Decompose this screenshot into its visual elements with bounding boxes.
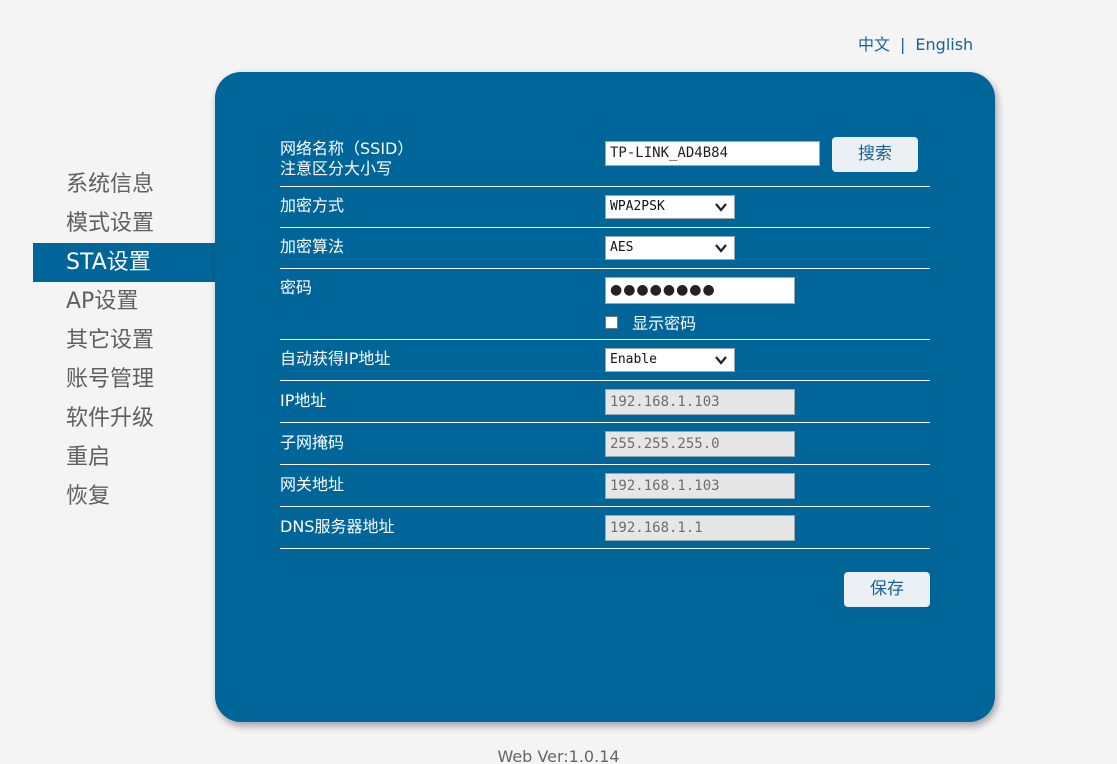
- encryption-select[interactable]: WPA2PSK: [605, 195, 735, 219]
- sidebar-nav: 系统信息 模式设置 STA设置 AP设置 其它设置 账号管理 软件升级 重启 恢…: [33, 165, 215, 516]
- encryption-row: 加密方式 WPA2PSK: [280, 187, 930, 228]
- sta-settings-panel: 网络名称（SSID） 注意区分大小写 TP-LINK_AD4B84 搜索 加密方…: [215, 72, 995, 722]
- sidebar-item-ap-settings[interactable]: AP设置: [33, 282, 215, 321]
- algorithm-row: 加密算法 AES: [280, 228, 930, 269]
- dhcp-select[interactable]: Enable: [605, 348, 735, 372]
- password-label: 密码: [280, 278, 313, 297]
- dhcp-row: 自动获得IP地址 Enable: [280, 340, 930, 381]
- dhcp-label: 自动获得IP地址: [280, 349, 391, 368]
- chevron-down-icon: [715, 244, 727, 253]
- sidebar-item-mode-settings[interactable]: 模式设置: [33, 204, 215, 243]
- algorithm-select-value: AES: [610, 240, 634, 255]
- dhcp-select-value: Enable: [610, 352, 657, 367]
- lang-chinese-link[interactable]: 中文: [858, 35, 890, 54]
- lang-separator: |: [900, 35, 906, 54]
- show-password-control: 显示密码: [605, 310, 696, 334]
- ssid-row: 网络名称（SSID） 注意区分大小写 TP-LINK_AD4B84 搜索: [280, 136, 930, 187]
- dns-label: DNS服务器地址: [280, 517, 395, 536]
- show-password-label: 显示密码: [632, 314, 697, 333]
- save-button[interactable]: 保存: [844, 572, 930, 607]
- chevron-down-icon: [715, 203, 727, 212]
- language-switcher: 中文 | English: [858, 31, 973, 55]
- ssid-label-line1: 网络名称（SSID）: [280, 139, 414, 158]
- ip-label: IP地址: [280, 391, 327, 410]
- sidebar-item-restore[interactable]: 恢复: [33, 477, 215, 516]
- ssid-label: 网络名称（SSID） 注意区分大小写: [280, 139, 413, 179]
- ssid-label-hint: 注意区分大小写: [280, 159, 393, 178]
- dns-field: 192.168.1.1: [605, 515, 795, 541]
- algorithm-select[interactable]: AES: [605, 236, 735, 260]
- ssid-input[interactable]: TP-LINK_AD4B84: [605, 141, 820, 166]
- sidebar-item-system-info[interactable]: 系统信息: [33, 165, 215, 204]
- lang-english-link[interactable]: English: [915, 35, 973, 54]
- page: 中文 | English 系统信息 模式设置 STA设置 AP设置 其它设置 账号管…: [0, 0, 1117, 764]
- show-password-checkbox[interactable]: [605, 315, 618, 329]
- sidebar-item-other-settings[interactable]: 其它设置: [33, 321, 215, 360]
- sidebar-item-firmware-upgrade[interactable]: 软件升级: [33, 399, 215, 438]
- dns-row: DNS服务器地址 192.168.1.1: [280, 507, 930, 549]
- search-button[interactable]: 搜索: [832, 137, 918, 172]
- subnet-mask-label: 子网掩码: [280, 433, 345, 452]
- gateway-row: 网关地址 192.168.1.103: [280, 465, 930, 507]
- ip-row: IP地址 192.168.1.103: [280, 381, 930, 423]
- password-input[interactable]: ●●●●●●●●: [605, 277, 795, 304]
- subnet-mask-field: 255.255.255.0: [605, 431, 795, 457]
- version-footer: Web Ver:1.0.14: [497, 747, 620, 764]
- sidebar-item-reboot[interactable]: 重启: [33, 438, 215, 477]
- algorithm-label: 加密算法: [280, 237, 345, 256]
- chevron-down-icon: [715, 356, 727, 365]
- ip-address-field: 192.168.1.103: [605, 389, 795, 415]
- encryption-select-value: WPA2PSK: [610, 199, 665, 214]
- encryption-label: 加密方式: [280, 196, 345, 215]
- sta-settings-form: 网络名称（SSID） 注意区分大小写 TP-LINK_AD4B84 搜索 加密方…: [280, 136, 930, 549]
- password-row: 密码 ●●●●●●●● 显示密码: [280, 269, 930, 340]
- sidebar-item-account-management[interactable]: 账号管理: [33, 360, 215, 399]
- gateway-field: 192.168.1.103: [605, 473, 795, 499]
- subnet-mask-row: 子网掩码 255.255.255.0: [280, 423, 930, 465]
- gateway-label: 网关地址: [280, 475, 345, 494]
- sidebar-item-sta-settings[interactable]: STA设置: [33, 243, 215, 282]
